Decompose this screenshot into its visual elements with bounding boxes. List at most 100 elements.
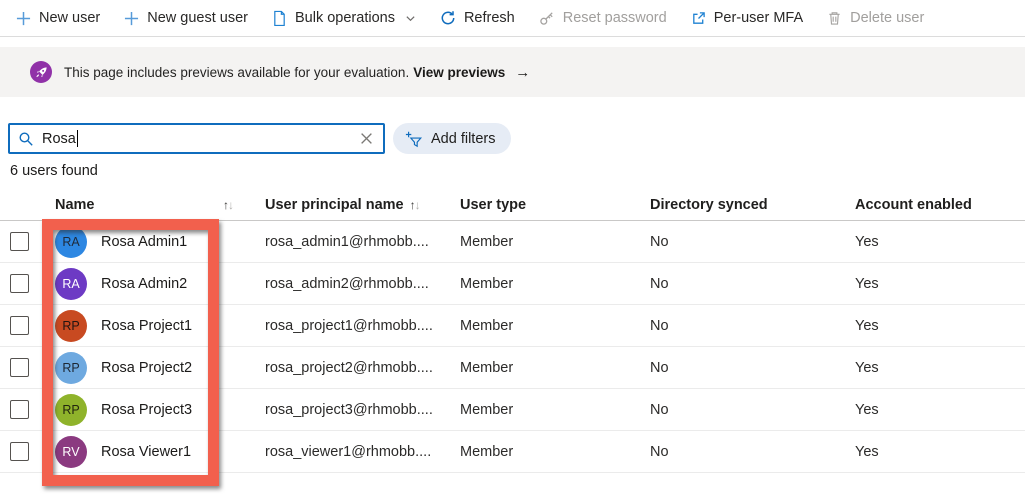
sort-icons[interactable]: ↑↓	[410, 198, 421, 212]
upn-cell: rosa_admin2@rhmobb....	[265, 275, 429, 292]
user-type-cell: Member	[460, 233, 514, 250]
row-checkbox[interactable]	[10, 232, 29, 251]
add-filters-button[interactable]: Add filters	[393, 123, 512, 154]
new-user-label: New user	[39, 10, 101, 26]
avatar-initials: RP	[62, 402, 80, 417]
upn-cell: rosa_admin1@rhmobb....	[265, 233, 429, 250]
table-row[interactable]: RP Rosa Project3 rosa_project3@rhmobb...…	[0, 389, 1025, 431]
avatar: RP	[55, 309, 87, 342]
banner-message: This page includes previews available fo…	[64, 63, 531, 81]
user-type-cell: Member	[460, 443, 514, 460]
new-user-button[interactable]: New user	[4, 0, 112, 36]
delete-user-label: Delete user	[850, 10, 925, 26]
table-row[interactable]: RA Rosa Admin1 rosa_admin1@rhmobb.... Me…	[0, 221, 1025, 263]
avatar-initials: RA	[62, 234, 80, 249]
account-enabled-cell: Yes	[855, 401, 879, 418]
external-link-icon	[691, 11, 706, 26]
avatar: RA	[55, 267, 87, 300]
row-checkbox[interactable]	[10, 400, 29, 419]
search-icon	[18, 131, 34, 147]
user-name-link[interactable]: Rosa Viewer1	[101, 444, 191, 460]
row-checkbox[interactable]	[10, 274, 29, 293]
user-name-link[interactable]: Rosa Project1	[101, 318, 192, 334]
row-checkbox[interactable]	[10, 358, 29, 377]
upn-cell: rosa_project3@rhmobb....	[265, 401, 433, 418]
user-type-cell: Member	[460, 317, 514, 334]
plus-icon	[124, 11, 139, 26]
avatar: RP	[55, 351, 87, 384]
new-guest-user-label: New guest user	[147, 10, 248, 26]
account-enabled-cell: Yes	[855, 359, 879, 376]
table-body: RA Rosa Admin1 rosa_admin1@rhmobb.... Me…	[0, 221, 1025, 473]
column-header-directory-synced: Directory synced	[650, 197, 768, 213]
plus-icon	[16, 11, 31, 26]
clear-search-icon[interactable]	[358, 130, 375, 147]
avatar: RP	[55, 393, 87, 426]
directory-synced-cell: No	[650, 443, 669, 460]
directory-synced-cell: No	[650, 359, 669, 376]
sort-icons[interactable]: ↑↓	[223, 198, 234, 212]
refresh-label: Refresh	[463, 10, 515, 26]
column-header-name[interactable]: Name ↑↓	[45, 197, 255, 213]
user-name-link[interactable]: Rosa Admin1	[101, 234, 187, 250]
account-enabled-cell: Yes	[855, 275, 879, 292]
table-header-row: Name ↑↓ User principal name ↑↓ User type…	[0, 190, 1025, 221]
search-input[interactable]: Rosa	[8, 123, 385, 154]
arrow-right-icon: →	[515, 63, 531, 81]
account-enabled-cell: Yes	[855, 233, 879, 250]
bulk-operations-button[interactable]: Bulk operations	[260, 0, 428, 36]
new-guest-user-button[interactable]: New guest user	[112, 0, 260, 36]
preview-banner[interactable]: This page includes previews available fo…	[0, 47, 1025, 97]
command-bar: New user New guest user Bulk operations …	[0, 0, 1025, 37]
avatar: RV	[55, 435, 87, 468]
trash-icon	[827, 10, 842, 26]
directory-synced-cell: No	[650, 317, 669, 334]
user-name-link[interactable]: Rosa Admin2	[101, 276, 187, 292]
avatar-initials: RP	[62, 360, 80, 375]
add-filters-label: Add filters	[431, 130, 496, 147]
column-header-account-enabled: Account enabled	[855, 197, 972, 213]
table-row[interactable]: RA Rosa Admin2 rosa_admin2@rhmobb.... Me…	[0, 263, 1025, 305]
chevron-down-icon	[405, 13, 416, 24]
table-row[interactable]: RP Rosa Project1 rosa_project1@rhmobb...…	[0, 305, 1025, 347]
add-filter-icon	[405, 130, 423, 148]
avatar-initials: RP	[62, 318, 80, 333]
search-value: Rosa	[42, 130, 350, 147]
sort-desc-icon: ↓	[414, 198, 421, 212]
delete-user-button[interactable]: Delete user	[815, 0, 936, 36]
account-enabled-cell: Yes	[855, 317, 879, 334]
directory-synced-cell: No	[650, 401, 669, 418]
avatar-initials: RV	[62, 444, 80, 459]
upn-cell: rosa_project2@rhmobb....	[265, 359, 433, 376]
table-row[interactable]: RP Rosa Project2 rosa_project2@rhmobb...…	[0, 347, 1025, 389]
text-caret	[76, 130, 79, 147]
users-table: Name ↑↓ User principal name ↑↓ User type…	[0, 190, 1025, 473]
account-enabled-cell: Yes	[855, 443, 879, 460]
directory-synced-cell: No	[650, 275, 669, 292]
column-header-upn[interactable]: User principal name ↑↓	[255, 197, 450, 213]
preview-rocket-icon	[30, 61, 52, 83]
user-type-cell: Member	[460, 401, 514, 418]
upn-cell: rosa_project1@rhmobb....	[265, 317, 433, 334]
row-checkbox[interactable]	[10, 316, 29, 335]
table-row[interactable]: RV Rosa Viewer1 rosa_viewer1@rhmobb.... …	[0, 431, 1025, 473]
reset-password-label: Reset password	[562, 10, 667, 26]
refresh-button[interactable]: Refresh	[428, 0, 527, 36]
results-count: 6 users found	[10, 163, 98, 179]
user-type-cell: Member	[460, 359, 514, 376]
refresh-icon	[440, 10, 456, 26]
key-icon	[539, 10, 555, 26]
avatar-initials: RA	[62, 276, 80, 291]
bulk-operations-label: Bulk operations	[295, 10, 395, 26]
view-previews-link[interactable]: View previews	[413, 65, 505, 80]
row-checkbox[interactable]	[10, 442, 29, 461]
per-user-mfa-button[interactable]: Per-user MFA	[679, 0, 815, 36]
user-type-cell: Member	[460, 275, 514, 292]
sort-desc-icon: ↓	[228, 198, 234, 212]
reset-password-button[interactable]: Reset password	[527, 0, 679, 36]
user-name-link[interactable]: Rosa Project2	[101, 360, 192, 376]
per-user-mfa-label: Per-user MFA	[713, 10, 804, 26]
column-header-user-type: User type	[460, 197, 527, 213]
user-name-link[interactable]: Rosa Project3	[101, 402, 192, 418]
users-page: New user New guest user Bulk operations …	[0, 0, 1025, 498]
